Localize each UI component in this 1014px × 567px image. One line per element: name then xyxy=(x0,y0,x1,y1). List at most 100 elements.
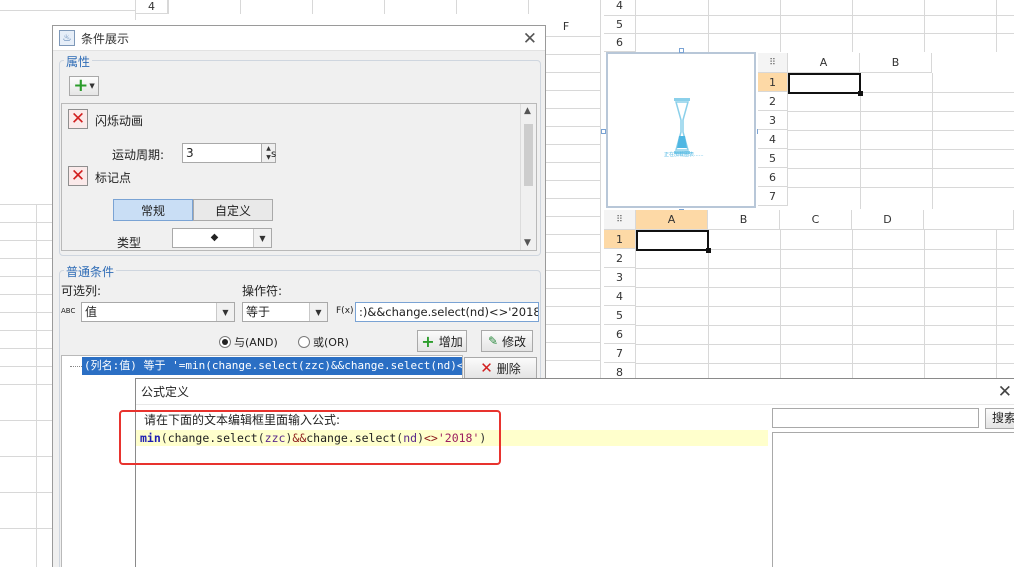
plus-icon: + xyxy=(73,75,89,96)
col-header[interactable]: C xyxy=(780,210,852,230)
row-header[interactable]: 5 xyxy=(758,149,788,168)
resize-handle[interactable] xyxy=(601,129,606,134)
period-unit: s xyxy=(271,149,277,160)
radio-or-dot[interactable] xyxy=(298,336,310,348)
row-header[interactable]: 4 xyxy=(604,287,636,306)
period-spinner[interactable]: 3 ▲ ▼ xyxy=(182,143,277,163)
select-all-icon[interactable]: ⠿ xyxy=(604,210,636,230)
highlight-annotation xyxy=(119,410,501,465)
col-header-empty[interactable] xyxy=(924,210,1014,230)
scroll-thumb[interactable] xyxy=(524,124,533,186)
close-icon[interactable]: ✕ xyxy=(998,382,1012,402)
row-header[interactable]: 7 xyxy=(604,344,636,363)
col-header[interactable]: B xyxy=(708,210,780,230)
row-header[interactable]: 1 xyxy=(604,230,636,249)
radio-or[interactable]: 或(OR) xyxy=(298,334,349,350)
operator-label: 操作符: xyxy=(242,284,283,298)
formula-dialog-titlebar[interactable]: 公式定义 xyxy=(136,379,1014,405)
row-header[interactable]: 7 xyxy=(758,187,788,206)
chevron-down-icon[interactable]: ▼ xyxy=(216,303,234,321)
delete-button[interactable]: ✕ 删除 xyxy=(464,357,537,379)
hourglass-icon xyxy=(674,98,690,154)
search-button[interactable]: 搜索 xyxy=(985,408,1014,429)
radio-and-dot[interactable] xyxy=(219,336,231,348)
delete-button-label: 删除 xyxy=(496,361,521,376)
edit-icon: ✎ xyxy=(487,334,499,348)
flash-animation-label: 闪烁动画 xyxy=(95,114,144,128)
chart-loading-text: 正在加载图表...... xyxy=(664,152,704,158)
row-header[interactable]: 4 xyxy=(604,0,636,16)
row-header[interactable]: 5 xyxy=(604,16,636,34)
scroll-up-icon[interactable]: ▲ xyxy=(524,106,531,116)
type-label: 类型 xyxy=(117,236,142,250)
tab-normal[interactable]: 常规 xyxy=(113,199,193,221)
remove-marker-button[interactable]: ✕ xyxy=(68,166,88,186)
add-button-label: 增加 xyxy=(438,334,463,349)
radio-and-label: 与(AND) xyxy=(234,336,278,349)
scroll-down-icon[interactable]: ▼ xyxy=(524,238,531,248)
operator-value: 等于 xyxy=(246,305,271,319)
col-header[interactable]: B xyxy=(860,53,932,73)
col-header[interactable]: A xyxy=(636,210,708,230)
row-header[interactable]: 5 xyxy=(604,306,636,325)
column-type-icon: ABC xyxy=(61,307,76,315)
selected-cell[interactable] xyxy=(788,73,863,96)
modify-button-label: 修改 xyxy=(502,334,527,349)
attributes-scrollbar[interactable]: ▲ ▼ xyxy=(520,104,536,250)
operator-select[interactable]: 等于 ▼ xyxy=(242,302,328,322)
chart-placeholder[interactable]: 正在加载图表...... xyxy=(606,52,756,208)
chevron-down-icon[interactable]: ▼ xyxy=(253,229,271,247)
remove-flash-button[interactable]: ✕ xyxy=(68,109,88,129)
chevron-down-icon[interactable]: ▼ xyxy=(309,303,327,321)
row-header[interactable]: 6 xyxy=(758,168,788,187)
row-header[interactable]: 1 xyxy=(758,73,788,92)
attributes-panel[interactable]: ✕ 闪烁动画 运动周期: 3 ▲ ▼ s ✕ 标记点 常规 自定义 类型 ◆ ▼ … xyxy=(61,103,537,251)
selected-cell[interactable] xyxy=(636,230,711,253)
right-top-sheet[interactable]: 4 5 6 xyxy=(604,0,1014,52)
row-header[interactable]: 6 xyxy=(604,34,636,52)
radio-and[interactable]: 与(AND) xyxy=(219,334,278,350)
mini-sheet[interactable]: ⠿ A B 1 2 3 4 5 6 7 xyxy=(758,53,1014,209)
radio-or-label: 或(OR) xyxy=(313,336,349,349)
modify-button[interactable]: ✎ 修改 xyxy=(481,330,533,352)
marker-label: 标记点 xyxy=(95,171,132,185)
expression-value: :)&&change.select(nd)<>'2018') xyxy=(359,305,538,319)
close-icon[interactable]: ✕ xyxy=(523,29,537,49)
delete-icon: ✕ xyxy=(480,359,493,377)
row-header[interactable]: 2 xyxy=(604,249,636,268)
chevron-down-icon: ▼ xyxy=(89,82,95,90)
tab-custom[interactable]: 自定义 xyxy=(193,199,273,221)
row-header[interactable]: 4 xyxy=(758,130,788,149)
attributes-group-label: 属性 xyxy=(64,53,93,70)
col-header[interactable]: A xyxy=(788,53,860,73)
plus-icon: + xyxy=(421,331,435,351)
row-header[interactable]: 3 xyxy=(758,111,788,130)
fx-icon[interactable]: F(x) xyxy=(336,306,354,316)
marker-tabs: 常规 自定义 xyxy=(113,199,273,221)
column-value: 值 xyxy=(85,305,98,319)
function-search-input[interactable] xyxy=(772,408,979,428)
expression-input[interactable]: :)&&change.select(nd)<>'2018') xyxy=(355,302,539,322)
select-all-icon[interactable]: ⠿ xyxy=(758,53,788,73)
add-attribute-button[interactable]: + ▼ xyxy=(69,76,99,96)
condition-item[interactable]: (列名:值) 等于 '=min(change.select(zzc)&&chan… xyxy=(82,357,462,375)
condition-dialog-titlebar[interactable]: ♨ 条件展示 ✕ xyxy=(53,26,545,51)
right-sheet[interactable]: ⠿ A B C D 1 2 3 4 5 6 7 8 xyxy=(604,210,1014,380)
column-select[interactable]: 值 ▼ xyxy=(81,302,235,322)
row-header[interactable]: 2 xyxy=(758,92,788,111)
col-header-f[interactable]: F xyxy=(546,20,586,33)
dialog-title: 条件展示 xyxy=(81,31,130,46)
formula-dialog-title: 公式定义 xyxy=(141,385,190,399)
row-header-4[interactable]: 4 xyxy=(136,0,168,14)
function-list[interactable] xyxy=(772,432,1014,567)
marker-type-select[interactable]: ◆ ▼ xyxy=(172,228,272,248)
tree-connector xyxy=(70,366,82,367)
row-header[interactable]: 6 xyxy=(604,325,636,344)
add-button[interactable]: + 增加 xyxy=(417,330,467,352)
col-header[interactable]: D xyxy=(852,210,924,230)
row-header[interactable]: 3 xyxy=(604,268,636,287)
column-label: 可选列: xyxy=(61,284,102,298)
period-input[interactable]: 3 xyxy=(182,143,262,163)
normal-conditions-label: 普通条件 xyxy=(64,263,117,280)
resize-handle[interactable] xyxy=(679,48,684,53)
